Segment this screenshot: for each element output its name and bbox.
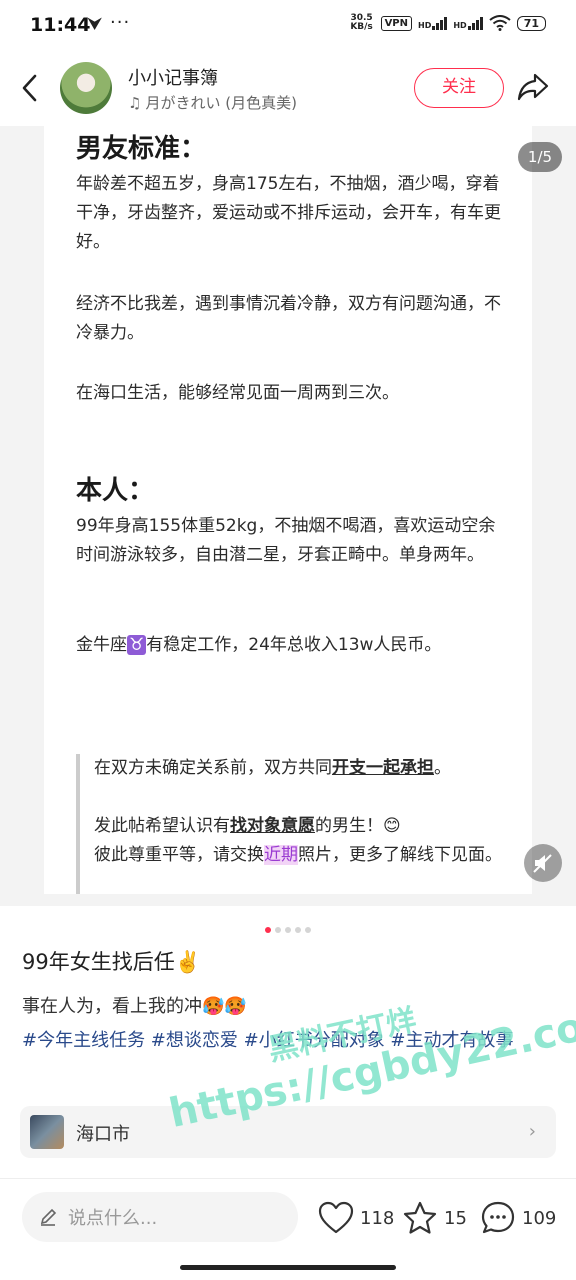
- music-title: 月がきれい (月色真美): [145, 94, 297, 112]
- heading-myself: 本人：: [76, 476, 155, 506]
- text: 在双方未确定关系前，双方共同: [94, 758, 332, 778]
- pencil-icon: [40, 1208, 57, 1226]
- signal-1-icon: HD: [418, 16, 448, 30]
- post-tags[interactable]: #今年主线任务 #想谈恋爱 #小红书分配对象 #主动才有故事: [22, 1026, 562, 1056]
- paragraph-5: 金牛座 ♉ 有稳定工作，24年总收入13w人民币。: [76, 631, 506, 660]
- quote-line-2: 发此帖希望认识有找对象意愿的男生！😊: [94, 812, 514, 841]
- pager-dot: [305, 927, 311, 933]
- pager-dot: [285, 927, 291, 933]
- quote-block: 在双方未确定关系前，双方共同开支一起承担。 发此帖希望认识有找对象意愿的男生！😊…: [76, 754, 512, 894]
- post-header: 小小记事簿 ♫ 月がきれい (月色真美) 关注: [0, 54, 576, 126]
- quote-line-1: 在双方未确定关系前，双方共同开支一起承担。: [94, 754, 514, 783]
- smile-emoji-icon: 😊: [383, 816, 401, 836]
- text: 照片，更多了解线下见面。: [298, 845, 502, 865]
- heading-boyfriend-standard: 男友标准：: [76, 134, 207, 164]
- paragraph-4: 99年身高155体重52kg，不抽烟不喝酒，喜欢运动空余时间游泳较多，自由潜二星…: [76, 516, 496, 565]
- pager-dot: [295, 927, 301, 933]
- network-speed: 30.5 KB/s: [350, 13, 373, 32]
- note-image: 男友标准： 年龄差不超五岁，身高175左右，不抽烟，酒少喝，穿着干净，牙齿整齐，…: [44, 126, 532, 894]
- back-icon[interactable]: [18, 72, 42, 104]
- text: 发此帖希望认识有: [94, 816, 230, 836]
- status-bar: 11:44 ⮟ ··· 30.5 KB/s VPN HD HD 71: [0, 0, 576, 50]
- chevron-right-icon: ›: [528, 1121, 536, 1142]
- star-icon: [403, 1201, 437, 1234]
- location-card[interactable]: 海口市 ›: [20, 1106, 556, 1158]
- collect-count: 15: [444, 1207, 467, 1229]
- navigation-icon: ⮟: [88, 14, 102, 33]
- text: 找对象意愿: [230, 816, 315, 836]
- share-icon[interactable]: [516, 70, 550, 104]
- text: 金牛座: [76, 635, 127, 655]
- status-time: 11:44: [30, 14, 91, 36]
- location-thumbnail: [30, 1115, 64, 1149]
- comment-button[interactable]: 109: [480, 1198, 556, 1238]
- pager-dot: [265, 927, 271, 933]
- carousel-pager: [0, 918, 576, 933]
- hd-label: HD: [453, 21, 467, 30]
- post-title: 99年女生找后任✌️: [22, 950, 201, 974]
- comment-input[interactable]: 说点什么...: [22, 1192, 298, 1242]
- pager-dot: [275, 927, 281, 933]
- paragraph-2: 经济不比我差，遇到事情沉着冷静，双方有问题沟通，不冷暴力。: [76, 294, 501, 343]
- text: 近期: [264, 845, 298, 865]
- like-button[interactable]: 118: [318, 1198, 394, 1238]
- post-image-carousel[interactable]: 男友标准： 年龄差不超五岁，身高175左右，不抽烟，酒少喝，穿着干净，牙齿整齐，…: [0, 126, 576, 906]
- wifi-icon: [489, 15, 511, 31]
- signal-2-icon: HD: [453, 16, 483, 30]
- mute-icon[interactable]: [524, 844, 562, 882]
- text: 。: [434, 758, 451, 778]
- hd-label: HD: [418, 21, 432, 30]
- taurus-icon: ♉: [127, 635, 147, 655]
- divider: [0, 1178, 576, 1179]
- home-indicator[interactable]: [180, 1265, 396, 1270]
- follow-button[interactable]: 关注: [414, 68, 504, 108]
- text: 开支一起承担: [332, 758, 434, 778]
- comment-placeholder: 说点什么...: [68, 1208, 158, 1229]
- vpn-icon: VPN: [380, 15, 412, 31]
- author-avatar[interactable]: [60, 62, 112, 114]
- heart-icon: [318, 1201, 354, 1234]
- quote-line-3: 彼此尊重平等，请交换近期照片，更多了解线下见面。: [94, 841, 514, 870]
- paragraph-1: 年龄差不超五岁，身高175左右，不抽烟，酒少喝，穿着干净，牙齿整齐，爱运动或不排…: [76, 174, 501, 252]
- music-info[interactable]: ♫ 月がきれい (月色真美): [128, 92, 297, 113]
- text: 有稳定工作，24年总收入13w人民币。: [146, 635, 442, 655]
- author-name[interactable]: 小小记事簿: [128, 64, 218, 90]
- collect-button[interactable]: 15: [402, 1198, 467, 1238]
- battery-icon: 71: [516, 15, 546, 31]
- paragraph-3: 在海口生活，能够经常见面一周两到三次。: [76, 383, 399, 403]
- text: 彼此尊重平等，请交换: [94, 845, 264, 865]
- like-count: 118: [360, 1207, 395, 1229]
- image-counter: 1/5: [518, 142, 562, 172]
- location-name: 海口市: [76, 1124, 130, 1145]
- post-description: 事在人为，看上我的冲🥵🥵: [22, 996, 247, 1017]
- music-note-icon: ♫: [128, 93, 142, 112]
- more-notifications-icon: ···: [110, 12, 131, 33]
- text: 的男生！: [315, 816, 383, 836]
- comment-count: 109: [522, 1207, 557, 1229]
- comment-bubble-icon: [481, 1201, 515, 1234]
